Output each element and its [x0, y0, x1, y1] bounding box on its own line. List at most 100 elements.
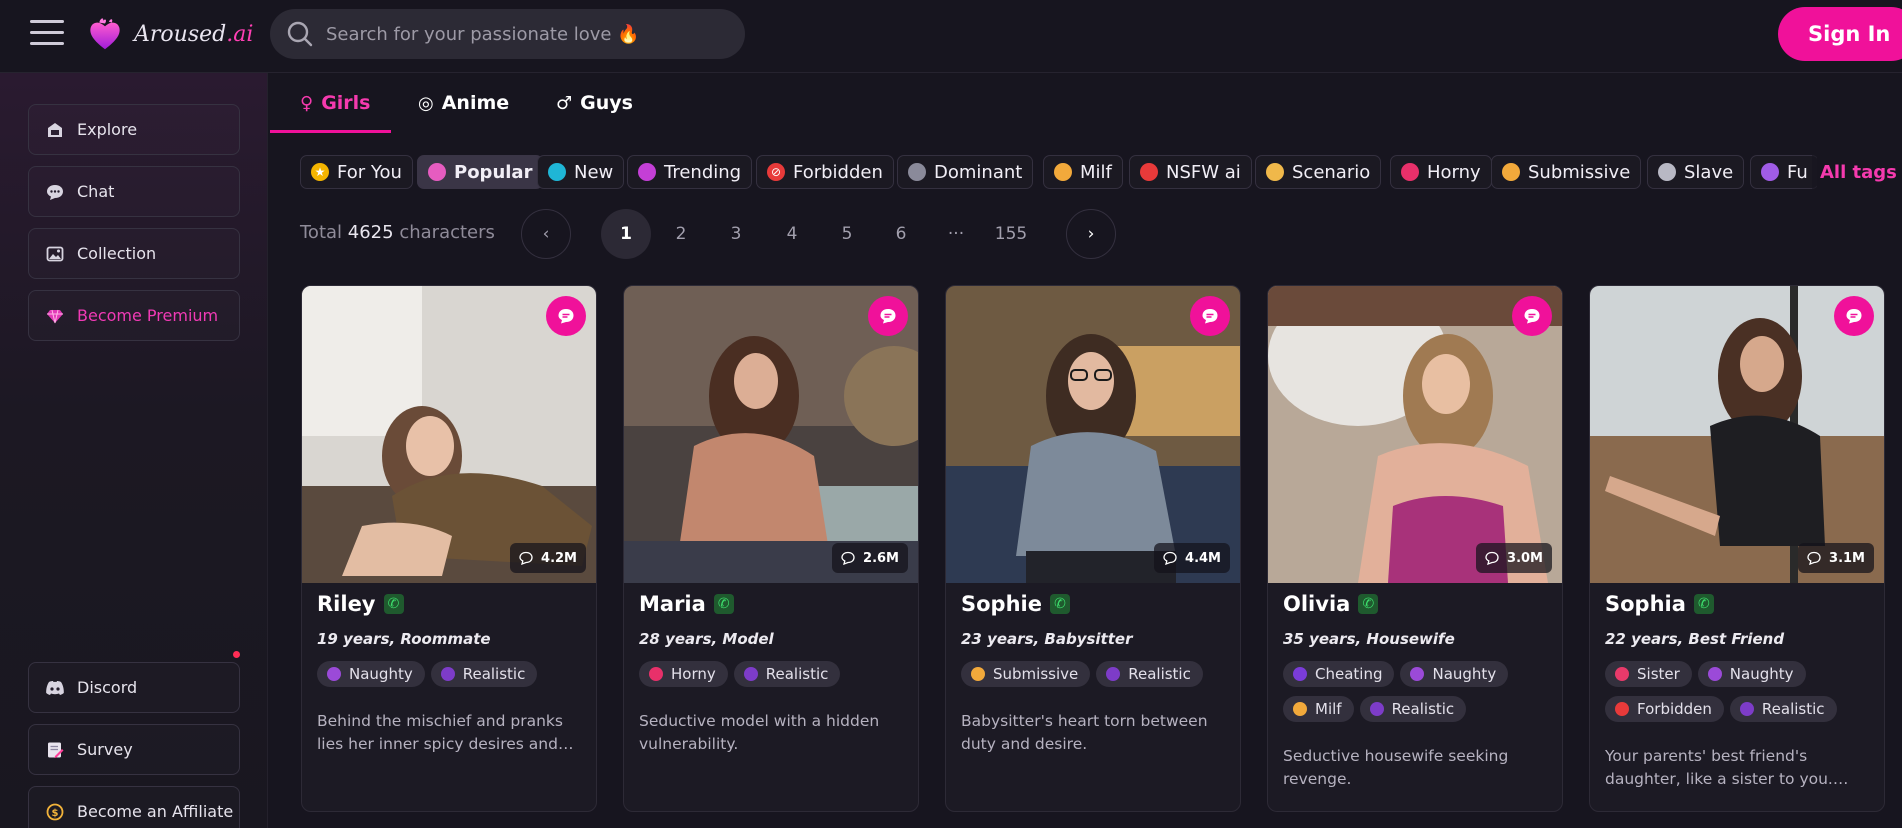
- view-count: 3.1M: [1798, 543, 1874, 573]
- character-card[interactable]: 3.1M Sophia ✆ 22 years, Best Friend Siste…: [1589, 285, 1885, 812]
- filter-scenario[interactable]: Scenario: [1255, 155, 1382, 189]
- filter-fu[interactable]: Fu: [1750, 155, 1817, 189]
- filter-label: Dominant: [934, 161, 1023, 183]
- devil-icon: [327, 667, 341, 681]
- discord-icon: [45, 678, 65, 698]
- total-prefix: Total: [300, 222, 343, 243]
- tag-chip[interactable]: Naughty: [1400, 661, 1509, 687]
- phone-emoji-icon: [1293, 667, 1307, 681]
- character-name[interactable]: Riley ✆: [317, 592, 404, 616]
- tab-anime[interactable]: ◎ Anime: [418, 73, 509, 133]
- tag-chip[interactable]: Forbidden: [1605, 696, 1724, 722]
- menu-icon[interactable]: [30, 20, 64, 48]
- tag-chip[interactable]: Cheating: [1283, 661, 1395, 687]
- tag-chip[interactable]: Milf: [1283, 696, 1354, 722]
- tag-chip[interactable]: Sister: [1605, 661, 1692, 687]
- chat-bubble-icon[interactable]: [546, 296, 586, 336]
- character-card[interactable]: 2.6M Maria ✆ 28 years, Model Horny Realist…: [623, 285, 919, 812]
- chat-bubble-icon[interactable]: [868, 296, 908, 336]
- filter-label: For You: [337, 161, 402, 183]
- page-3[interactable]: 3: [711, 209, 761, 259]
- phone-icon[interactable]: ✆: [713, 594, 734, 614]
- person-icon: [1369, 702, 1384, 716]
- tag-chip[interactable]: Naughty: [317, 661, 425, 687]
- filter-milf[interactable]: Milf: [1043, 155, 1123, 189]
- filter-trending[interactable]: Trending: [627, 155, 753, 189]
- tag-chip[interactable]: Realistic: [430, 661, 538, 687]
- tag-chip[interactable]: Realistic: [1096, 661, 1203, 687]
- tag-chip[interactable]: Submissive: [961, 661, 1091, 687]
- phone-icon[interactable]: ✆: [1049, 594, 1070, 614]
- filter-nsfw-ai[interactable]: NSFW ai: [1129, 155, 1252, 189]
- page-2[interactable]: 2: [656, 209, 706, 259]
- sign-in-button[interactable]: Sign In: [1778, 7, 1902, 61]
- tag-label: Horny: [671, 665, 716, 683]
- chat-bubble-icon[interactable]: [1834, 296, 1874, 336]
- person-icon: [743, 667, 758, 681]
- sidebar-item-become-premium[interactable]: Become Premium: [28, 290, 240, 341]
- phone-icon[interactable]: ✆: [383, 594, 404, 614]
- phone-icon[interactable]: ✆: [1693, 594, 1714, 614]
- male-icon: ♂: [556, 92, 573, 114]
- female-icon: ♀: [300, 92, 314, 114]
- page-1[interactable]: 1: [601, 209, 651, 259]
- sidebar-item-discord[interactable]: Discord: [28, 662, 240, 713]
- sidebar-item-explore[interactable]: Explore: [28, 104, 240, 155]
- all-tags-link[interactable]: All tags: [1812, 155, 1902, 189]
- sidebar-item-collection[interactable]: Collection: [28, 228, 240, 279]
- link-icon: [1658, 163, 1676, 181]
- filter-label: Fu: [1787, 161, 1808, 183]
- filter-forbidden[interactable]: ⊘ Forbidden: [756, 155, 894, 189]
- tab-girls[interactable]: ♀ Girls: [300, 73, 371, 133]
- heart-flame-logo-icon: [90, 18, 120, 50]
- filter-horny[interactable]: Horny: [1390, 155, 1492, 189]
- next-page-button[interactable]: ›: [1066, 209, 1116, 259]
- character-name[interactable]: Sophie ✆: [961, 592, 1070, 616]
- filter-slave[interactable]: Slave: [1647, 155, 1745, 189]
- sidebar-item-label: Chat: [77, 182, 115, 201]
- character-meta: 23 years, Babysitter: [961, 630, 1133, 648]
- character-name[interactable]: Maria ✆: [639, 592, 734, 616]
- tag-label: Naughty: [1729, 665, 1794, 683]
- logo[interactable]: Aroused.ai: [86, 14, 253, 54]
- phone-icon[interactable]: ✆: [1358, 594, 1379, 614]
- search-bar[interactable]: [270, 9, 745, 59]
- sidebar-item-survey[interactable]: Survey: [28, 724, 240, 775]
- tag-chip[interactable]: Realistic: [733, 661, 841, 687]
- page-4[interactable]: 4: [767, 209, 817, 259]
- search-input[interactable]: [326, 23, 726, 45]
- tag-chip[interactable]: Naughty: [1697, 661, 1806, 687]
- filter-for-you[interactable]: ★ For You: [300, 155, 413, 189]
- devil-icon: [1410, 667, 1425, 681]
- character-name[interactable]: Sophia ✆: [1605, 592, 1714, 616]
- filter-submissive[interactable]: Submissive: [1491, 155, 1642, 189]
- tag-chip[interactable]: Realistic: [1729, 696, 1837, 722]
- bell-icon: [1502, 163, 1520, 181]
- sidebar-item-label: Explore: [77, 120, 138, 139]
- filter-popular[interactable]: Popular: [417, 155, 544, 189]
- view-count-value: 4.2M: [541, 550, 577, 566]
- tag-label: Realistic: [1128, 665, 1191, 683]
- character-name[interactable]: Olivia ✆: [1283, 592, 1379, 616]
- prev-page-button[interactable]: ‹: [521, 209, 571, 259]
- character-card[interactable]: 3.0M Olivia ✆ 35 years, Housewife Cheatin…: [1267, 285, 1563, 812]
- sidebar-item-chat[interactable]: Chat: [28, 166, 240, 217]
- character-card[interactable]: 4.4M Sophie ✆ 23 years, Babysitter Submis…: [945, 285, 1241, 812]
- person-icon: [1739, 702, 1754, 716]
- character-card[interactable]: 4.2M Riley ✆ 19 years, Roommate Naughty Re…: [301, 285, 597, 812]
- page-155[interactable]: 155: [986, 209, 1036, 259]
- diamond-icon: [45, 306, 65, 326]
- tab-guys[interactable]: ♂ Guys: [556, 73, 633, 133]
- character-tags: Sister Naughty Forbidden Realistic: [1605, 661, 1875, 731]
- chat-bubble-icon[interactable]: [1512, 296, 1552, 336]
- filter-new[interactable]: New: [537, 155, 625, 189]
- chat-bubble-icon[interactable]: [1190, 296, 1230, 336]
- dollar-icon: $: [45, 802, 65, 822]
- tag-chip[interactable]: Horny: [639, 661, 728, 687]
- page-6[interactable]: 6: [876, 209, 926, 259]
- character-meta: 28 years, Model: [639, 630, 774, 648]
- filter-dominant[interactable]: Dominant: [897, 155, 1034, 189]
- page-5[interactable]: 5: [822, 209, 872, 259]
- tag-chip[interactable]: Realistic: [1359, 696, 1467, 722]
- sidebar-item-become-affiliate[interactable]: $ Become an Affiliate: [28, 786, 240, 828]
